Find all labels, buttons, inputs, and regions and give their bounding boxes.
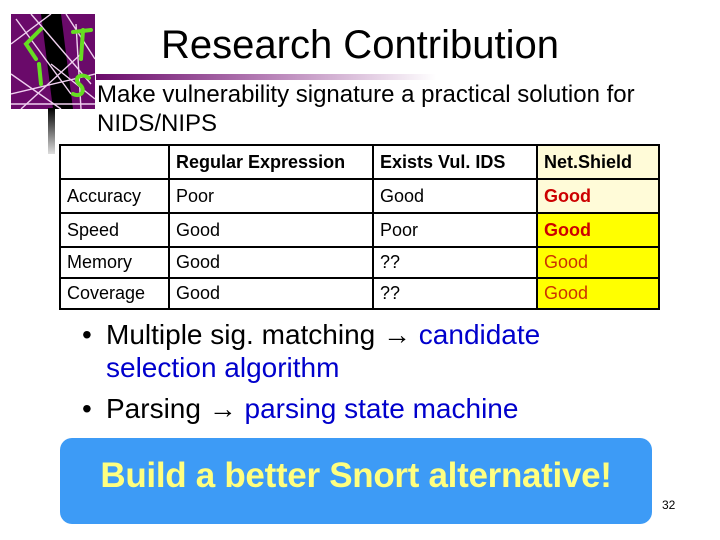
slide-title: Research Contribution: [161, 23, 559, 67]
regex-cell: Good: [168, 246, 374, 279]
table-row: Accuracy Poor Good Good: [59, 178, 660, 214]
vul-ids-cell: Poor: [372, 212, 538, 248]
bullet-list: • Multiple sig. matching → candidate sel…: [82, 318, 642, 425]
vul-ids-cell: ??: [372, 246, 538, 279]
row-label: Coverage: [59, 277, 170, 310]
row-label: Accuracy: [59, 178, 170, 214]
netshield-cell: Good: [536, 246, 660, 279]
slide-subtitle: Make vulnerability signature a practical…: [97, 81, 635, 137]
bullet-item: • Multiple sig. matching → candidate sel…: [82, 318, 642, 384]
regex-cell: Good: [168, 277, 374, 310]
table-row: Coverage Good ?? Good: [59, 277, 660, 310]
row-label: Memory: [59, 246, 170, 279]
header-cell-regex: Regular Expression: [168, 144, 374, 180]
regex-cell: Poor: [168, 178, 374, 214]
lis-logo-icon: [11, 14, 95, 109]
netshield-cell: Good: [536, 212, 660, 248]
vul-ids-cell: Good: [372, 178, 538, 214]
table-row: Memory Good ?? Good: [59, 246, 660, 279]
header-cell-empty: [59, 144, 170, 180]
bullet-lead: Parsing: [106, 393, 209, 424]
arrow-right-icon: →: [208, 393, 237, 424]
bullet-lead: Multiple sig. matching: [106, 319, 384, 350]
page-number: 32: [662, 498, 676, 512]
table-header-row: Regular Expression Exists Vul. IDS Net.S…: [59, 144, 660, 180]
netshield-cell: Good: [536, 178, 660, 214]
bullet-result: parsing state machine: [236, 393, 519, 424]
bullet-dot-icon: •: [82, 393, 92, 424]
bullet-dot-icon: •: [82, 319, 92, 350]
comparison-table: Regular Expression Exists Vul. IDS Net.S…: [59, 144, 660, 310]
bullet-item: • Parsing → parsing state machine: [82, 392, 642, 425]
logo-stem: [48, 108, 55, 154]
arrow-right-icon: →: [383, 319, 412, 350]
table-row: Speed Good Poor Good: [59, 212, 660, 248]
header-cell-vul-ids: Exists Vul. IDS: [372, 144, 538, 180]
callout-text: Build a better Snort alternative!: [100, 456, 612, 495]
vul-ids-cell: ??: [372, 277, 538, 310]
row-label: Speed: [59, 212, 170, 248]
header-cell-netshield: Net.Shield: [536, 144, 660, 180]
callout-box: Build a better Snort alternative!: [60, 438, 652, 524]
netshield-cell: Good: [536, 277, 660, 310]
regex-cell: Good: [168, 212, 374, 248]
